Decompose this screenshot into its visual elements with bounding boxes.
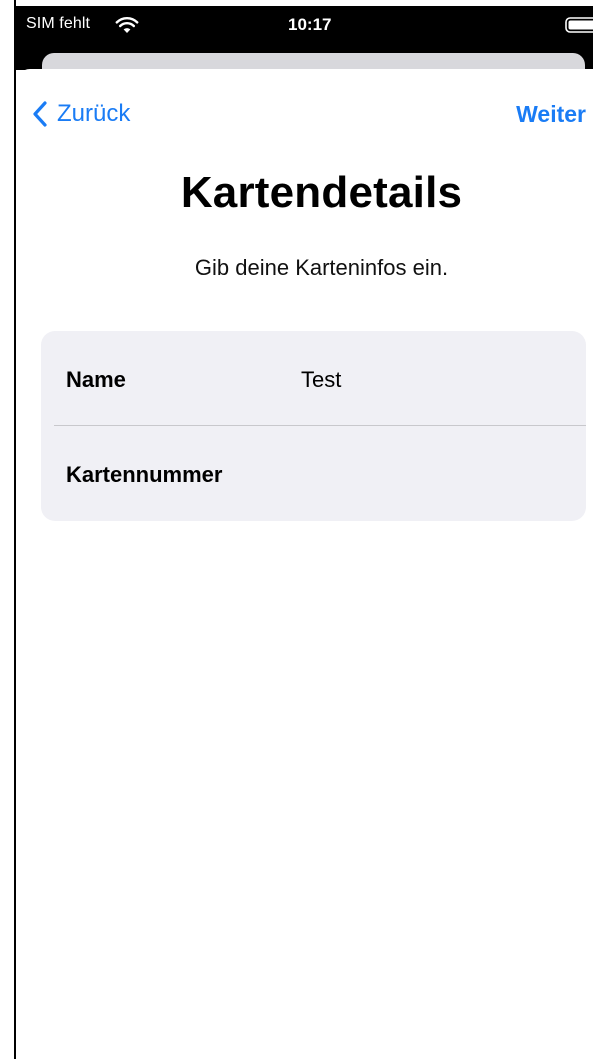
back-button-label: Zurück xyxy=(57,100,131,127)
name-field-value[interactable]: Test xyxy=(301,367,341,393)
battery-icon xyxy=(565,17,593,33)
chevron-left-icon xyxy=(33,101,47,127)
page-subtitle: Gib deine Karteninfos ein. xyxy=(194,255,449,280)
app-screen: SIM fehlt 10:17 Zurück Weiter Kartendeta… xyxy=(0,0,593,1059)
name-field-label: Name xyxy=(66,367,126,392)
card-number-field[interactable]: Kartennummer xyxy=(41,426,586,521)
card-number-field-label: Kartennummer xyxy=(66,462,223,487)
back-button[interactable]: Zurück xyxy=(32,99,130,129)
clock: 10:17 xyxy=(288,15,332,34)
next-button[interactable]: Weiter xyxy=(516,99,586,129)
wifi-icon xyxy=(115,16,139,33)
card-details-form: Name Test Kartennummer xyxy=(41,331,586,521)
page-title: Kartendetails xyxy=(180,168,463,217)
carrier-label: SIM fehlt xyxy=(26,15,91,32)
name-field[interactable]: Name Test xyxy=(41,331,586,426)
